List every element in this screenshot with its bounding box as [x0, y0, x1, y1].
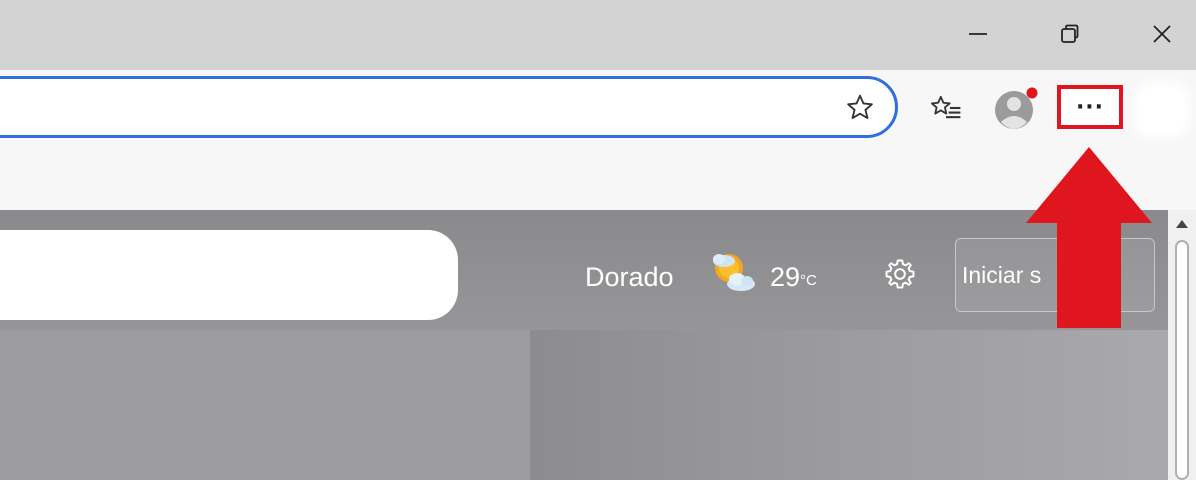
scroll-thumb[interactable]: [1175, 240, 1189, 480]
minimize-button[interactable]: [958, 14, 998, 54]
restore-button[interactable]: [1050, 14, 1090, 54]
triangle-up-icon: [1176, 220, 1188, 228]
profile-button[interactable]: [992, 84, 1040, 132]
weather-city: Dorado: [585, 262, 674, 292]
favorites-list-icon: [930, 95, 961, 119]
favorites-button[interactable]: [925, 88, 967, 128]
temperature-value: 29: [770, 262, 801, 292]
red-arrow-annotation: [1026, 147, 1152, 328]
blurred-extension-icon[interactable]: [1140, 88, 1184, 132]
content-panel: [0, 330, 530, 480]
add-favorite-button[interactable]: [840, 88, 880, 128]
weather-temperature: 29°C: [770, 257, 817, 297]
partly-cloudy-sun-icon: [705, 248, 759, 296]
temperature-unit: °C: [800, 272, 817, 289]
settings-and-more-button[interactable]: ···: [1057, 85, 1123, 129]
minimize-icon: [969, 33, 987, 35]
close-button[interactable]: [1142, 14, 1182, 54]
gear-icon: [885, 259, 915, 289]
page-settings-button[interactable]: [876, 250, 924, 298]
title-bar: [0, 0, 1196, 70]
page-search-box[interactable]: [0, 230, 458, 320]
address-bar[interactable]: [0, 76, 898, 138]
scroll-up-button[interactable]: [1172, 215, 1192, 233]
restore-icon: [1061, 24, 1079, 43]
more-label: ···: [1075, 94, 1105, 120]
content-panel-right: [530, 330, 1168, 480]
profile-avatar-icon: [995, 87, 1038, 129]
star-outline-icon: [847, 94, 873, 120]
close-icon: [1153, 25, 1171, 43]
